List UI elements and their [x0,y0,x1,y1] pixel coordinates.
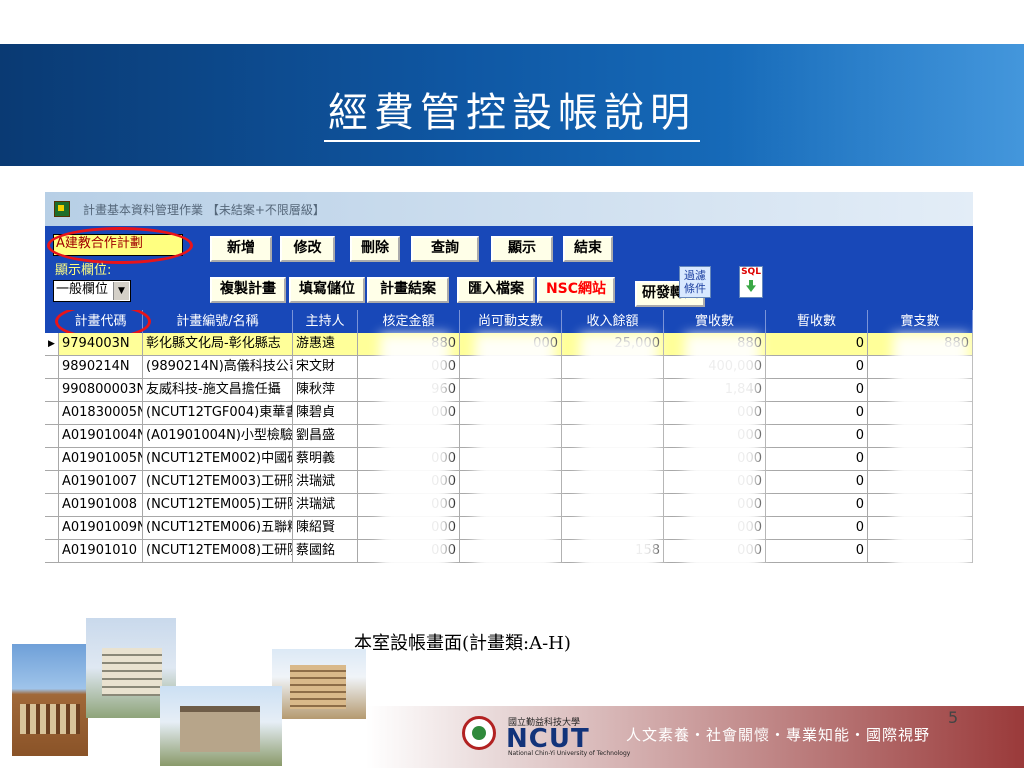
campus-photo [272,649,366,719]
privacy-blur [685,334,760,584]
header-cell[interactable]: 實支數 [868,310,973,333]
header-cell[interactable]: 計畫編號/名稱 [143,310,293,333]
table-cell[interactable]: 0 [766,448,868,471]
row-selector[interactable] [45,448,59,471]
table-cell[interactable]: 劉昌盛 [293,425,358,448]
display-button[interactable]: 顯示 [491,236,553,262]
slide-title-text: 經費管控設帳說明 [324,90,700,142]
column-select-value: 一般欄位 [56,282,109,297]
table-cell[interactable]: 蔡明義 [293,448,358,471]
app-window: 計畫基本資料管理作業 【未結案+不限層級】 A建教合作計劃 顯示欄位: 一般欄位… [45,192,973,610]
table-cell[interactable]: 宋文財 [293,356,358,379]
edit-button[interactable]: 修改 [280,236,335,262]
sql-label: SQL [741,267,761,277]
download-arrow-icon [746,280,756,292]
slide-caption: 本室設帳畫面(計畫類:A-H) [354,633,571,654]
row-selector[interactable] [45,517,59,540]
table-cell[interactable]: A01901005N [59,448,143,471]
table-cell[interactable]: A01901009N [59,517,143,540]
fill-storage-button[interactable]: 填寫儲位 [289,277,365,303]
copy-plan-button[interactable]: 複製計畫 [210,277,286,303]
close-plan-button[interactable]: 計畫結案 [367,277,449,303]
campus-photo [160,686,282,766]
table-cell[interactable]: (NCUT12TEM002)中國砂輪 [143,448,293,471]
delete-button[interactable]: 刪除 [350,236,400,262]
table-cell[interactable]: (NCUT12TEM003)工研院- [143,471,293,494]
university-english-name: National Chin-Yi University of Technolog… [508,750,631,757]
campus-photo [12,644,88,756]
display-columns-label: 顯示欄位: [55,263,112,278]
table-cell[interactable]: (A01901004N)小型檢驗 [143,425,293,448]
table-cell[interactable]: (NCUT12TEM006)五聯精密 [143,517,293,540]
row-selector[interactable] [45,402,59,425]
column-select[interactable]: 一般欄位 ▼ [53,280,131,302]
header-cell[interactable]: 核定金額 [358,310,460,333]
app-icon [54,201,70,217]
sql-button[interactable]: SQL [739,266,763,298]
table-cell[interactable]: 游惠遠 [293,333,358,356]
privacy-blur [380,334,450,584]
table-cell[interactable]: 0 [766,379,868,402]
row-selector[interactable] [45,425,59,448]
table-cell[interactable]: 0 [766,356,868,379]
table-cell[interactable]: 9794003N [59,333,143,356]
window-titlebar: 計畫基本資料管理作業 【未結案+不限層級】 [45,192,973,226]
table-cell[interactable]: 990800003N [59,379,143,402]
add-button[interactable]: 新增 [210,236,272,262]
row-selector[interactable] [45,471,59,494]
page-number: 5 [948,708,959,727]
table-cell[interactable]: 彰化縣文化局-彰化縣志 [143,333,293,356]
footer-slogan: 人文素養・社會關懷・專業知能・國際視野 [626,726,931,744]
query-button[interactable]: 查詢 [411,236,479,262]
table-cell[interactable]: A01901010 [59,540,143,563]
header-cell[interactable]: 主持人 [293,310,358,333]
table-cell[interactable]: (NCUT12TEM008)工研院- [143,540,293,563]
table-cell[interactable]: 洪瑞斌 [293,471,358,494]
row-selector[interactable]: ▶ [45,333,59,356]
row-selector[interactable] [45,494,59,517]
table-cell[interactable]: 蔡國銘 [293,540,358,563]
table-cell[interactable]: (NCUT12TEM005)工研院- [143,494,293,517]
slide-title: 經費管控設帳說明 [0,80,1024,142]
nsc-site-button[interactable]: NSC網站 [537,277,615,303]
table-cell[interactable]: 0 [766,517,868,540]
table-cell[interactable]: 0 [766,471,868,494]
table-cell[interactable]: A01901004N [59,425,143,448]
header-cell[interactable]: 實收數 [664,310,766,333]
table-cell[interactable]: (NCUT12TGF004)東華書局 [143,402,293,425]
table-cell[interactable]: A01901007 [59,471,143,494]
table-cell[interactable]: (9890214N)高儀科技公司 [143,356,293,379]
header-cell[interactable]: 收入餘額 [562,310,664,333]
table-cell[interactable]: 陳紹賢 [293,517,358,540]
row-selector[interactable] [45,356,59,379]
table-cell[interactable]: 9890214N [59,356,143,379]
row-selector[interactable] [45,379,59,402]
exit-button[interactable]: 結束 [563,236,613,262]
import-file-button[interactable]: 匯入檔案 [457,277,535,303]
table-cell[interactable]: 0 [766,425,868,448]
grid-header: 計畫代碼 計畫編號/名稱 主持人 核定金額 尚可動支數 收入餘額 實收數 暫收數… [45,310,973,333]
table-cell[interactable]: 0 [766,540,868,563]
table-cell[interactable]: A01830005N [59,402,143,425]
table-cell[interactable]: 0 [766,333,868,356]
chevron-down-icon[interactable]: ▼ [113,282,129,300]
header-cell[interactable]: 尚可動支數 [460,310,562,333]
plan-data-grid[interactable]: 計畫代碼 計畫編號/名稱 主持人 核定金額 尚可動支數 收入餘額 實收數 暫收數… [45,310,973,610]
table-cell[interactable]: 陳秋萍 [293,379,358,402]
table-cell[interactable]: 友威科技-施文昌擔任攝 [143,379,293,402]
privacy-blur [893,334,969,584]
privacy-blur [475,334,555,584]
table-cell[interactable]: 洪瑞斌 [293,494,358,517]
toolbar: A建教合作計劃 顯示欄位: 一般欄位 ▼ 新增 修改 刪除 查詢 顯示 結束 複… [45,226,973,310]
table-cell[interactable]: A01901008 [59,494,143,517]
table-cell[interactable]: 陳碧貞 [293,402,358,425]
header-cell[interactable]: 暫收數 [766,310,868,333]
row-selector[interactable] [45,540,59,563]
university-seal-icon [462,716,496,750]
filter-conditions-button[interactable]: 過濾條件 [679,266,711,298]
table-cell[interactable]: 0 [766,402,868,425]
window-title: 計畫基本資料管理作業 【未結案+不限層級】 [83,203,325,217]
table-cell[interactable]: 0 [766,494,868,517]
privacy-blur [580,334,658,584]
